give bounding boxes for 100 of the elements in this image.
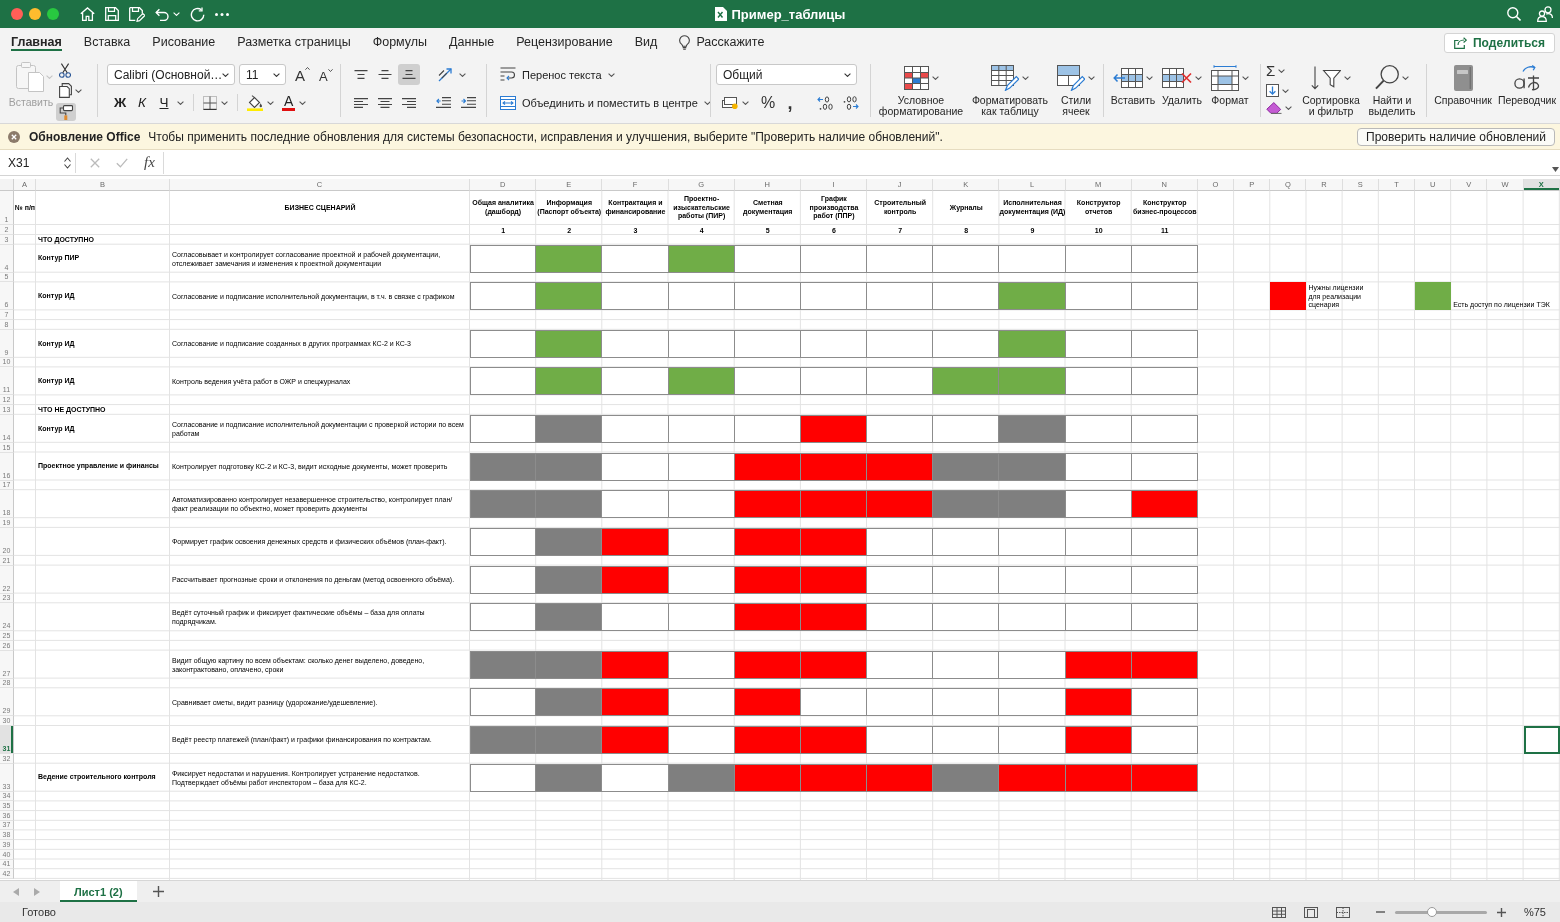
tell-me-button[interactable]: Расскажите [668,28,773,56]
decrease-indent-icon[interactable] [436,97,451,108]
ribbon-tab[interactable]: Разметка страницы [226,28,362,56]
caret-icon[interactable] [1285,106,1292,110]
align-center-icon[interactable] [378,97,392,108]
percent-button[interactable]: % [759,93,777,112]
more-icon[interactable] [215,12,229,16]
search-icon[interactable] [1507,7,1521,21]
caret-icon[interactable] [1278,69,1286,73]
copy-icon[interactable] [59,83,72,98]
fill-color-icon[interactable] [247,94,263,111]
merge-center-button[interactable]: Объединить и поместить в центре [492,95,711,110]
fill-down-icon[interactable] [1266,84,1279,97]
people-icon[interactable] [1537,6,1553,22]
orientation-icon[interactable] [438,67,454,82]
check-icon[interactable] [116,157,128,168]
caret-icon[interactable] [1552,166,1559,172]
check-updates-button[interactable]: Проверить наличие обновлений [1357,127,1555,146]
caret-icon[interactable] [459,72,466,77]
save-as-icon[interactable] [129,6,145,22]
caret-icon[interactable] [273,72,280,77]
font-size-field[interactable]: 11 [239,64,286,85]
caret-icon[interactable] [1242,76,1249,80]
money-icon[interactable] [722,96,738,109]
scissors-icon[interactable] [59,63,71,78]
caret-icon[interactable] [222,72,230,77]
conditional-formatting-button[interactable]: Условное форматирование [876,63,966,123]
number-format-field[interactable]: Общий [716,64,857,85]
plus-icon[interactable] [152,886,164,897]
autosum-button[interactable]: Σ [1266,63,1276,79]
format-painter-button[interactable] [56,103,76,121]
home-icon[interactable] [80,7,95,21]
page-break-icon[interactable] [1335,906,1350,918]
delete-cells-button[interactable]: Удалить [1159,63,1205,123]
ribbon-tab[interactable]: Данные [438,28,506,56]
shrink-font-button[interactable]: A [319,64,333,85]
insert-cells-button[interactable]: Вставить [1109,63,1157,123]
increase-indent-icon[interactable] [461,97,476,108]
caret-icon[interactable] [931,76,939,80]
share-button[interactable]: Поделиться [1443,33,1555,53]
cell-styles-button[interactable]: Стили ячеек [1054,63,1098,123]
caret-icon[interactable] [1402,76,1409,80]
italic-button[interactable]: К [133,92,151,113]
wrap-text-button[interactable]: Перенос текста [492,67,615,82]
undo-icon[interactable] [155,7,169,21]
font-name-field[interactable]: Calibri (Основной… [107,64,235,85]
format-cells-button[interactable]: Формат [1207,63,1253,123]
stepper-icon[interactable] [64,156,71,169]
sheet-tab[interactable]: Лист1 (2) [60,881,137,902]
caret-icon[interactable] [1022,76,1029,80]
caret-icon[interactable] [221,100,228,105]
ribbon-tab[interactable]: Рисование [141,28,227,56]
caret-icon[interactable] [607,72,615,77]
page-layout-icon[interactable] [1303,906,1318,918]
align-right-icon[interactable] [402,97,416,108]
caret-icon[interactable] [177,100,184,105]
bold-button[interactable]: Ж [111,92,129,113]
caret-icon[interactable] [1195,76,1202,80]
redo-icon[interactable] [190,6,205,22]
caret-icon[interactable] [1282,88,1289,93]
name-box-field[interactable]: X31 [0,152,76,173]
active-cell[interactable] [1523,726,1560,754]
caret-icon[interactable] [75,88,82,93]
caret-icon[interactable] [1088,76,1095,80]
decrease-decimal-icon[interactable] [817,95,833,110]
paint-roller-icon [59,104,73,120]
caret-icon[interactable] [1344,76,1351,80]
font-color-button[interactable]: A [282,94,296,111]
delete-cells-icon [1162,68,1192,88]
grow-font-button[interactable]: A [295,64,310,85]
normal-view-icon[interactable] [1271,906,1286,918]
caret-icon[interactable] [299,100,307,105]
align-left-icon[interactable] [354,97,368,108]
insert-function-button[interactable]: fx [144,154,155,171]
eraser-icon[interactable] [1266,102,1282,114]
caret-icon[interactable] [267,100,274,105]
caret-icon[interactable] [844,72,851,77]
plus-icon[interactable] [1496,907,1506,917]
translator-button[interactable]: Переводчик [1496,63,1558,123]
minimize-button[interactable] [29,8,41,20]
formula-field[interactable] [162,151,1560,174]
ribbon-tab[interactable]: Вставка [72,28,142,56]
align-bottom-button[interactable] [398,64,420,85]
save-icon[interactable] [105,7,119,21]
ribbon-tab[interactable]: Рецензирование [505,28,624,56]
borders-icon[interactable] [203,95,217,110]
find-select-button[interactable]: Найти и выделить [1364,63,1420,123]
ribbon-tab[interactable]: Вид [623,28,669,56]
slider-thumb[interactable] [1426,907,1437,917]
caret-icon[interactable] [1146,76,1153,80]
sort-filter-button[interactable]: Сортировка и фильтр [1300,63,1362,123]
zoom-slider[interactable] [1394,910,1487,914]
increase-decimal-icon[interactable] [843,95,859,110]
underline-button[interactable]: Ч [155,92,173,113]
minus-icon[interactable] [1375,911,1385,913]
ribbon-tab[interactable]: Формулы [361,28,439,56]
reference-button[interactable]: Справочник [1432,63,1494,123]
caret-icon[interactable] [742,100,749,105]
format-as-table-button[interactable]: Форматировать как таблицу [968,63,1052,123]
maximize-button[interactable] [47,8,59,20]
